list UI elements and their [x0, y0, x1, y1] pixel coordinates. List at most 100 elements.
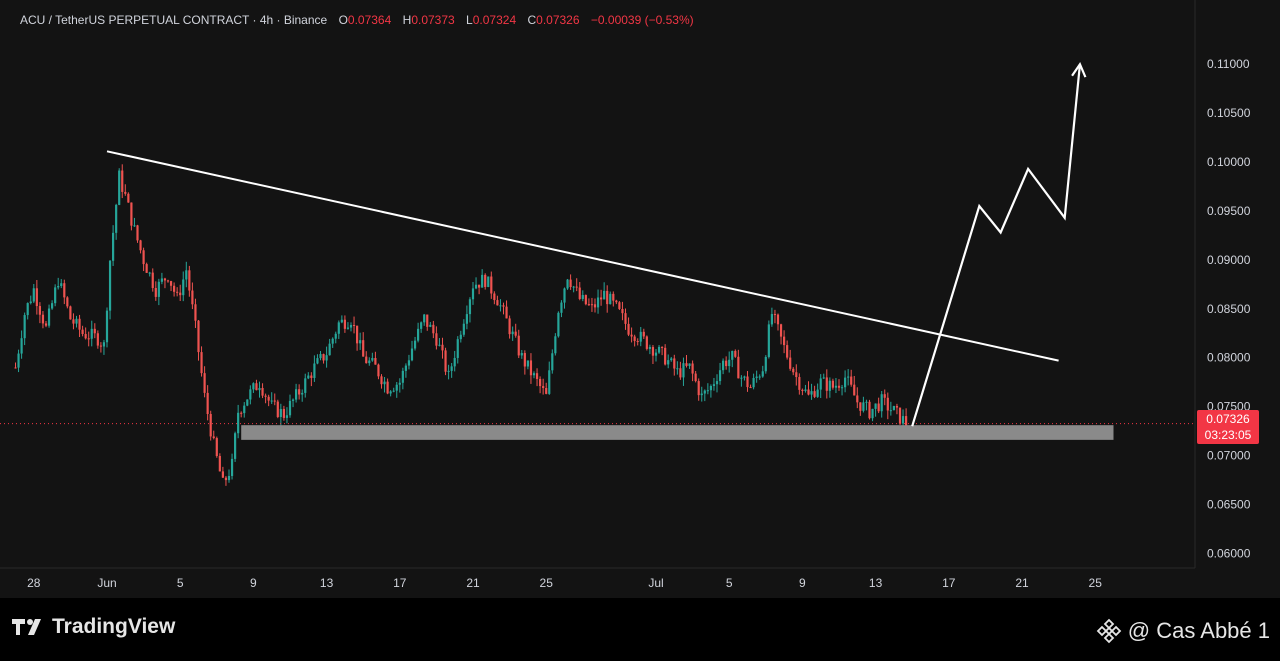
candle-body: [148, 272, 151, 274]
candle-body: [548, 370, 551, 394]
candle-body: [810, 391, 813, 395]
candle-body: [407, 360, 411, 366]
candle-body: [664, 347, 667, 365]
candle-body: [484, 274, 487, 287]
candle-body: [517, 335, 520, 356]
candle-body: [157, 281, 160, 297]
candle-body: [32, 288, 35, 302]
candle-body: [404, 365, 407, 371]
candle-body: [700, 393, 703, 396]
candle-body: [621, 308, 624, 314]
projection-path: [911, 64, 1082, 427]
candlestick-chart[interactable]: 0.11000 0.10500 0.10000 0.09500 0.09000 0.085…: [0, 0, 1280, 598]
candle-body: [786, 345, 789, 358]
candle-body: [26, 303, 29, 316]
candle-body: [374, 358, 377, 365]
candle-body: [795, 372, 798, 378]
candle-body: [304, 378, 307, 393]
change-value: −0.00039 (−0.53%): [590, 13, 694, 27]
close-value: 0.07326: [536, 13, 580, 27]
candle-body: [654, 352, 658, 356]
candle-body: [789, 357, 792, 369]
candle-body: [203, 373, 206, 393]
candle-body: [715, 381, 719, 385]
candle-body: [200, 352, 203, 374]
candle-body: [819, 378, 822, 390]
candle-body: [850, 376, 853, 385]
time-tick-label: 21: [1015, 576, 1029, 590]
candle-body: [481, 274, 484, 288]
candle-body: [532, 373, 536, 376]
candle-body: [520, 353, 523, 356]
candle-body: [837, 385, 841, 388]
price-tick-label: 0.08000: [1207, 351, 1251, 365]
candle-body: [761, 371, 764, 377]
candle-body: [337, 322, 340, 334]
candle-body: [279, 408, 282, 417]
candle-body: [877, 403, 880, 412]
candle-body: [807, 389, 810, 395]
time-tick-label: 25: [540, 576, 554, 590]
candle-body: [505, 306, 508, 319]
candle-body: [142, 250, 145, 265]
candle-body: [828, 380, 831, 391]
candle-body: [569, 279, 572, 288]
candle-body: [764, 356, 767, 372]
candle-body: [63, 283, 66, 298]
candle-body: [359, 340, 362, 344]
candle-body: [490, 276, 493, 294]
candle-body: [612, 293, 615, 301]
tradingview-logo[interactable]: TradingView: [12, 615, 175, 639]
candle-body: [209, 413, 212, 437]
time-tick-label: 17: [942, 576, 956, 590]
candle-body: [792, 368, 795, 373]
candle-body: [130, 202, 133, 226]
chart-area[interactable]: 0.11000 0.10500 0.10000 0.09500 0.09000 0.085…: [0, 0, 1280, 661]
time-tick-label: 5: [726, 576, 733, 590]
candle-body: [471, 288, 475, 300]
candle-body: [892, 406, 895, 411]
candle-body: [160, 278, 163, 282]
candle-body: [545, 388, 548, 394]
high-key: H: [402, 13, 412, 27]
candle-body: [676, 368, 679, 370]
candle-body: [499, 305, 502, 307]
candle-body: [343, 319, 346, 329]
candle-body: [596, 297, 600, 308]
candle-body: [456, 339, 459, 358]
candle-body: [346, 327, 350, 329]
candle-body: [694, 373, 697, 382]
candle-body: [508, 318, 511, 335]
candle-body: [474, 284, 478, 289]
candle-body: [102, 342, 106, 347]
candle-body: [758, 376, 761, 378]
symbol-title: ACU / TetherUS PERPETUAL CONTRACT · 4h ·…: [20, 13, 328, 27]
candle-body: [886, 397, 889, 411]
candle-body: [539, 378, 542, 387]
candle-body: [633, 336, 636, 342]
candle-body: [69, 306, 72, 320]
candle-body: [572, 286, 575, 288]
candle-body: [325, 355, 328, 361]
candle-body: [435, 333, 438, 346]
candle-body: [590, 304, 594, 306]
candle-body: [718, 370, 722, 382]
candle-body: [35, 288, 38, 307]
candle-body: [731, 350, 734, 360]
symbol-legend: ACU / TetherUS PERPETUAL CONTRACT · 4h ·…: [20, 13, 694, 27]
candle-body: [316, 358, 319, 364]
candle-body: [417, 328, 420, 341]
candle-body: [587, 304, 590, 306]
candle-body: [380, 376, 383, 385]
candle-body: [84, 334, 87, 339]
candle-body: [78, 318, 81, 330]
candle-body: [108, 260, 112, 311]
candle-body: [194, 304, 197, 321]
candle-body: [645, 336, 648, 349]
time-tick-label: 13: [869, 576, 883, 590]
candle-body: [90, 328, 93, 339]
candle-body: [206, 392, 209, 414]
author-credit-text: @ Cas Abbé 1: [1127, 618, 1270, 643]
time-tick-label: 5: [177, 576, 184, 590]
last-price-tag: 0.07326 03:23:05: [1197, 410, 1259, 444]
